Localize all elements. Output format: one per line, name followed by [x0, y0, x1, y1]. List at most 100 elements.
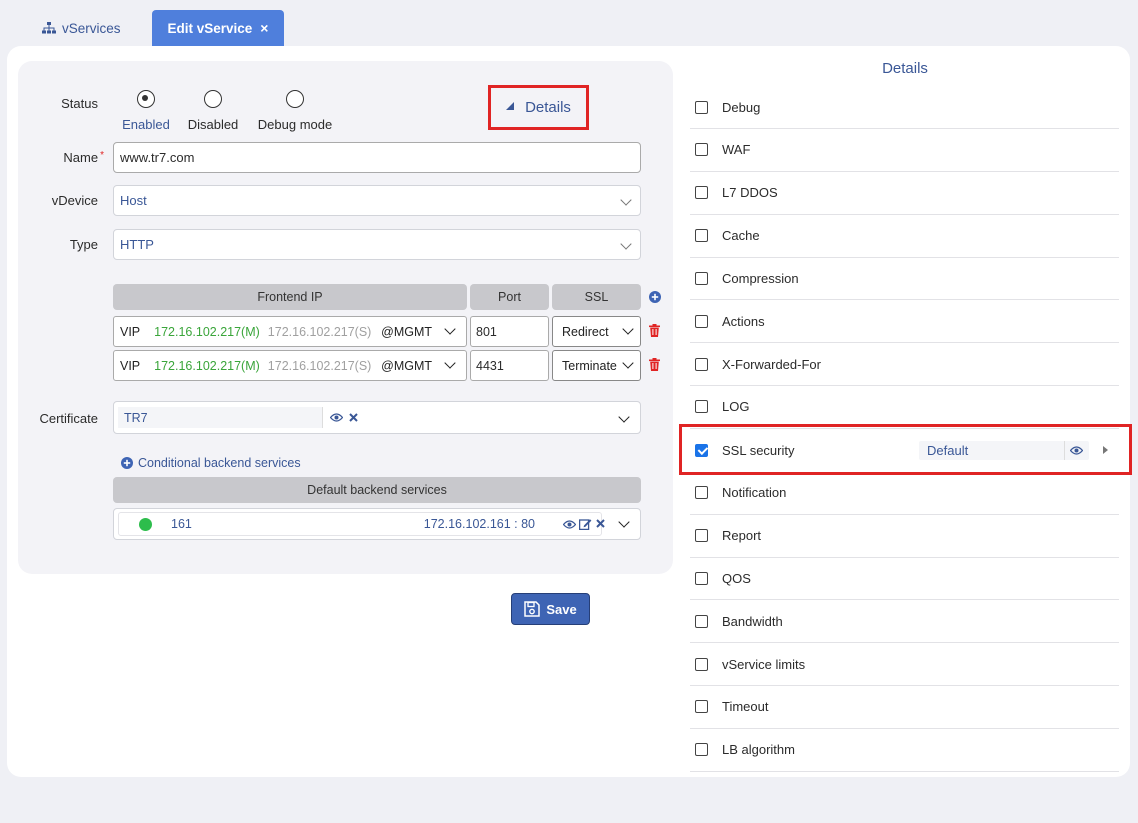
ssl-select[interactable]: Terminate [552, 350, 641, 381]
actions-checkbox[interactable] [695, 314, 708, 328]
chevron-down-icon [618, 411, 630, 423]
l7-ddos-checkbox[interactable] [695, 186, 708, 200]
cache-label: Cache [722, 228, 760, 244]
l7-ddos-label: L7 DDOS [722, 185, 778, 201]
bandwidth-checkbox[interactable] [695, 614, 708, 628]
tab-vservices[interactable]: vServices [32, 10, 131, 46]
port-input[interactable]: 4431 [470, 350, 549, 381]
option-bandwidth[interactable]: Bandwidth [690, 600, 1119, 644]
name-label: Name * [40, 150, 104, 165]
log-checkbox[interactable] [695, 400, 708, 414]
view-backend-button[interactable] [562, 518, 576, 530]
conditional-backend-link[interactable]: Conditional backend services [121, 456, 301, 470]
view-certificate-button[interactable] [328, 410, 344, 426]
option-vservice-limits[interactable]: vService limits [690, 643, 1119, 687]
compression-checkbox[interactable] [695, 271, 708, 285]
status-dot-icon [139, 517, 152, 531]
type-select[interactable]: HTTP [113, 229, 641, 260]
tab-edit-vservice[interactable]: Edit vService × [152, 10, 284, 46]
vservice-limits-checkbox[interactable] [695, 657, 708, 671]
notification-checkbox[interactable] [695, 486, 708, 500]
vip-label: VIP [120, 358, 141, 373]
chevron-down-icon [620, 194, 632, 206]
plus-circle-icon [121, 457, 133, 469]
status-disabled-label: Disabled [187, 117, 239, 132]
debug-checkbox[interactable] [695, 100, 708, 114]
option-qos[interactable]: QOS [690, 557, 1119, 601]
remove-backend-button[interactable] [595, 518, 606, 529]
option-timeout[interactable]: Timeout [690, 686, 1119, 729]
option-log[interactable]: LOG [690, 386, 1119, 429]
status-debug-radio[interactable] [286, 90, 304, 108]
option-lb-algorithm[interactable]: LB algorithm [690, 729, 1119, 772]
ssl-value: Redirect [562, 324, 609, 339]
save-label: Save [546, 601, 577, 617]
eye-icon [562, 519, 576, 529]
type-label: Type [69, 237, 98, 252]
backend-select[interactable]: 161 172.16.102.161 : 80 [113, 508, 641, 540]
ssl-header: SSL [552, 284, 641, 310]
remove-certificate-button[interactable] [346, 410, 360, 426]
required-marker: * [100, 150, 104, 161]
details-toggle-button[interactable]: Details [488, 85, 589, 130]
timeout-checkbox[interactable] [695, 700, 708, 714]
chevron-down-icon [620, 238, 632, 250]
port-input[interactable]: 801 [470, 316, 549, 347]
option-debug[interactable]: Debug [690, 86, 1119, 129]
status-enabled-radio[interactable] [137, 90, 155, 108]
backend-address: 172.16.102.161 : 80 [423, 517, 535, 531]
vservice-limits-label: vService limits [722, 656, 806, 672]
waf-checkbox[interactable] [695, 143, 708, 157]
save-button[interactable]: Save [511, 593, 590, 625]
x-forwarded-for-checkbox[interactable] [695, 357, 708, 371]
chevron-down-icon [444, 357, 456, 369]
trash-icon [648, 324, 660, 337]
interface-label: @MGMT [381, 358, 432, 373]
status-enabled-label: Enabled [122, 117, 170, 132]
port-header: Port [470, 284, 549, 310]
master-ip: 172.16.102.217(M) [154, 358, 260, 373]
report-label: Report [722, 528, 762, 543]
name-label-text: Name [63, 150, 99, 165]
delete-frontend-button[interactable] [648, 358, 660, 371]
add-frontend-button[interactable] [649, 291, 661, 303]
delete-frontend-button[interactable] [648, 324, 660, 337]
frontend-ip-select[interactable]: VIP 172.16.102.217(M) 172.16.102.217(S) … [113, 316, 467, 347]
name-input[interactable]: www.tr7.com [113, 142, 641, 173]
cache-checkbox[interactable] [695, 229, 708, 243]
vdevice-select[interactable]: Host [113, 185, 641, 216]
port-value: 4431 [476, 358, 504, 373]
option-compression[interactable]: Compression [690, 257, 1119, 301]
status-disabled-radio[interactable] [204, 90, 222, 108]
chevron-down-icon [444, 323, 456, 335]
option-l7-ddos[interactable]: L7 DDOS [690, 172, 1119, 215]
option-actions[interactable]: Actions [690, 300, 1119, 344]
view-ssl-profile-button[interactable] [1065, 441, 1087, 460]
slave-ip: 172.16.102.217(S) [267, 358, 372, 373]
edit-backend-button[interactable] [579, 517, 592, 530]
qos-label: QOS [722, 570, 751, 586]
tab-edit-label: Edit vService [167, 20, 253, 36]
caret-right-icon[interactable] [1103, 446, 1108, 454]
plus-circle-icon [649, 291, 661, 303]
qos-checkbox[interactable] [695, 571, 708, 585]
option-x-forwarded-for[interactable]: X-Forwarded-For [690, 343, 1119, 387]
tab-vservices-label: vServices [62, 20, 121, 36]
option-waf[interactable]: WAF [690, 129, 1119, 172]
option-notification[interactable]: Notification [690, 472, 1119, 515]
close-tab-icon[interactable]: × [260, 20, 268, 36]
log-label: LOG [722, 399, 750, 415]
chevron-down-icon [618, 516, 630, 528]
vdevice-label: vDevice [51, 193, 98, 208]
option-report[interactable]: Report [690, 515, 1119, 558]
compression-label: Compression [722, 270, 799, 286]
debug-label: Debug [722, 99, 761, 115]
frontend-ip-header: Frontend IP [113, 284, 467, 310]
ssl-select[interactable]: Redirect [552, 316, 641, 347]
option-cache[interactable]: Cache [690, 215, 1119, 258]
ssl-profile-value: Default [919, 441, 1065, 460]
report-checkbox[interactable] [695, 529, 708, 542]
timeout-label: Timeout [722, 699, 769, 715]
lb-algorithm-checkbox[interactable] [695, 743, 708, 757]
frontend-ip-select[interactable]: VIP 172.16.102.217(M) 172.16.102.217(S) … [113, 350, 467, 381]
